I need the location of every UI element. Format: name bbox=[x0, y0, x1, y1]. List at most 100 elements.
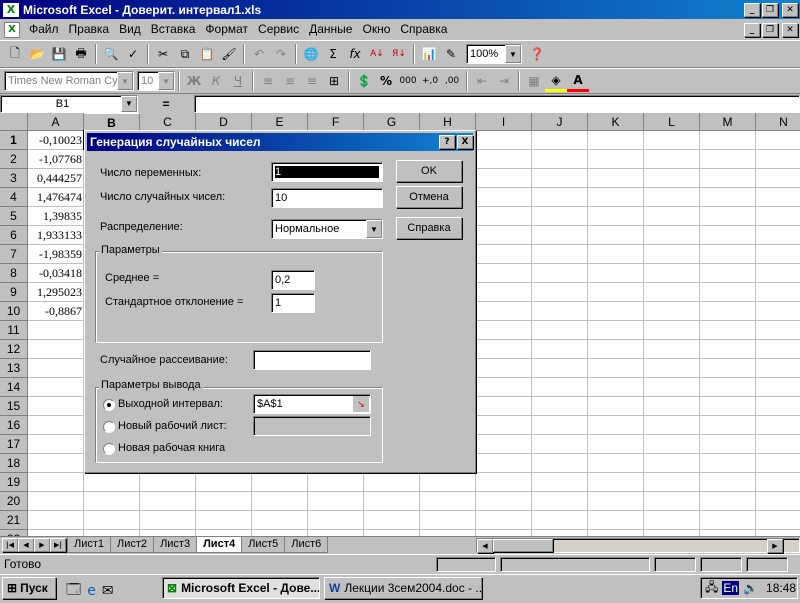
collapse-dialog-icon[interactable]: ↘ bbox=[353, 396, 369, 412]
save-icon[interactable]: 💾 bbox=[48, 43, 70, 65]
sheet-tab-2[interactable]: Лист2 bbox=[110, 537, 155, 553]
sheet-tab-6[interactable]: Лист6 bbox=[284, 537, 329, 553]
row-header-8[interactable]: 8 bbox=[0, 264, 28, 283]
undo-icon[interactable]: ↶ bbox=[248, 43, 270, 65]
sort-descending-icon[interactable]: Я↓ bbox=[388, 43, 410, 65]
name-box[interactable]: B1 ▼ bbox=[0, 94, 138, 113]
ok-button[interactable]: OK bbox=[396, 160, 462, 182]
taskbar-excel[interactable]: ⊠ Microsoft Excel - Дове... bbox=[162, 577, 320, 599]
new-book-radio[interactable] bbox=[103, 443, 115, 455]
help-assistant-icon[interactable]: ❓ bbox=[526, 43, 548, 65]
spelling-icon[interactable]: ✓ bbox=[122, 43, 144, 65]
sheet-tab-5[interactable]: Лист5 bbox=[241, 537, 286, 553]
minimize-button[interactable]: _ bbox=[744, 2, 760, 17]
row-header-20[interactable]: 20 bbox=[0, 492, 28, 511]
column-header-e[interactable]: E bbox=[252, 113, 308, 131]
column-header-k[interactable]: K bbox=[588, 113, 644, 131]
row-header-14[interactable]: 14 bbox=[0, 378, 28, 397]
row-header-6[interactable]: 6 bbox=[0, 226, 28, 245]
chevron-down-icon[interactable]: ▼ bbox=[117, 72, 133, 90]
row-header-21[interactable]: 21 bbox=[0, 511, 28, 530]
cell-a10[interactable]: -0,8867 bbox=[28, 302, 84, 321]
sheet-tab-4[interactable]: Лист4 bbox=[196, 537, 243, 553]
output-range-input[interactable]: $A$1 ↘ bbox=[253, 394, 371, 414]
language-indicator[interactable]: En bbox=[722, 581, 740, 595]
cell-a1[interactable]: -0,10023 bbox=[28, 131, 84, 150]
align-left-icon[interactable]: ≡ bbox=[257, 70, 279, 92]
horizontal-scrollbar[interactable]: ◀ ▶ bbox=[476, 538, 800, 553]
column-header-j[interactable]: J bbox=[532, 113, 588, 131]
network-icon[interactable]: 🖧 bbox=[705, 578, 718, 599]
paste-icon[interactable]: 📋 bbox=[196, 43, 218, 65]
column-header-l[interactable]: L bbox=[644, 113, 700, 131]
chevron-down-icon[interactable]: ▼ bbox=[121, 95, 137, 112]
scroll-right-button[interactable]: ▶ bbox=[767, 539, 783, 553]
function-icon[interactable]: fx bbox=[344, 43, 366, 65]
zoom-select[interactable]: 100% ▼ bbox=[466, 44, 522, 64]
open-folder-icon[interactable]: 📂 bbox=[26, 43, 48, 65]
chevron-down-icon[interactable]: ▼ bbox=[158, 72, 174, 90]
new-document-icon[interactable]: 🗋 bbox=[4, 43, 26, 65]
hyperlink-icon[interactable]: 🌐 bbox=[300, 43, 322, 65]
borders-icon[interactable]: ▦ bbox=[523, 70, 545, 92]
select-all-corner[interactable] bbox=[0, 113, 28, 131]
distribution-select[interactable]: Нормальное ▼ bbox=[271, 219, 383, 239]
row-header-16[interactable]: 16 bbox=[0, 416, 28, 435]
taskbar-word[interactable]: W Лекции 3сем2004.doc - ... bbox=[324, 577, 482, 599]
row-header-18[interactable]: 18 bbox=[0, 454, 28, 473]
autosum-icon[interactable]: Σ bbox=[322, 43, 344, 65]
column-header-g[interactable]: G bbox=[364, 113, 420, 131]
row-header-12[interactable]: 12 bbox=[0, 340, 28, 359]
outdent-icon[interactable]: ⇤ bbox=[471, 70, 493, 92]
indent-icon[interactable]: ⇥ bbox=[493, 70, 515, 92]
font-size-select[interactable]: 10 ▼ bbox=[137, 71, 175, 91]
scroll-thumb[interactable] bbox=[493, 539, 553, 552]
align-center-icon[interactable]: ≡ bbox=[279, 70, 301, 92]
chevron-down-icon[interactable]: ▼ bbox=[366, 220, 382, 238]
percent-button[interactable]: % bbox=[375, 70, 397, 92]
align-right-icon[interactable]: ≡ bbox=[301, 70, 323, 92]
row-header-11[interactable]: 11 bbox=[0, 321, 28, 340]
merge-center-icon[interactable]: ⊞ bbox=[323, 70, 345, 92]
mean-input[interactable]: 0,2 bbox=[271, 270, 315, 290]
row-header-9[interactable]: 9 bbox=[0, 283, 28, 302]
show-desktop-icon[interactable]: 🗔 bbox=[66, 579, 81, 603]
column-header-m[interactable]: M bbox=[700, 113, 756, 131]
close-button[interactable]: ✕ bbox=[782, 2, 798, 17]
row-header-4[interactable]: 4 bbox=[0, 188, 28, 207]
sort-ascending-icon[interactable]: A↓ bbox=[366, 43, 388, 65]
menu-file[interactable]: Файл bbox=[24, 19, 64, 40]
doc-close-button[interactable]: ✕ bbox=[782, 22, 798, 37]
num-random-input[interactable]: 10 bbox=[271, 188, 383, 208]
print-icon[interactable]: 🖶 bbox=[70, 43, 92, 65]
new-sheet-radio[interactable] bbox=[103, 421, 115, 433]
column-header-b[interactable]: B bbox=[84, 113, 140, 131]
chevron-down-icon[interactable]: ▼ bbox=[505, 45, 521, 63]
outlook-icon[interactable]: ✉ bbox=[102, 583, 114, 599]
cut-icon[interactable]: ✂ bbox=[152, 43, 174, 65]
menu-view[interactable]: Вид bbox=[114, 19, 146, 40]
menu-data[interactable]: Данные bbox=[304, 19, 357, 40]
copy-icon[interactable]: ⧉ bbox=[174, 43, 196, 65]
font-color-icon[interactable]: A bbox=[567, 70, 589, 92]
decrease-decimal-button[interactable]: ,00 bbox=[441, 70, 463, 92]
menu-format[interactable]: Формат bbox=[200, 19, 253, 40]
italic-button[interactable]: К bbox=[205, 70, 227, 92]
cell-a8[interactable]: -0,03418 bbox=[28, 264, 84, 283]
format-painter-icon[interactable]: 🖌 bbox=[218, 43, 240, 65]
row-header-1[interactable]: 1 bbox=[0, 131, 28, 150]
row-header-13[interactable]: 13 bbox=[0, 359, 28, 378]
column-header-d[interactable]: D bbox=[196, 113, 252, 131]
row-header-10[interactable]: 10 bbox=[0, 302, 28, 321]
workbook-icon[interactable]: X bbox=[4, 21, 20, 38]
doc-restore-button[interactable]: ❐ bbox=[762, 22, 778, 37]
increase-decimal-button[interactable]: +,0 bbox=[419, 70, 441, 92]
row-header-19[interactable]: 19 bbox=[0, 473, 28, 492]
internet-explorer-icon[interactable]: e bbox=[87, 583, 96, 599]
prev-sheet-button[interactable]: ◀ bbox=[18, 538, 34, 552]
seed-input[interactable] bbox=[253, 350, 371, 370]
thousands-button[interactable]: 000 bbox=[397, 70, 419, 92]
start-button[interactable]: ⊞ Пуск bbox=[2, 577, 56, 599]
next-sheet-button[interactable]: ▶ bbox=[34, 538, 50, 552]
cell-a6[interactable]: 1,933133 bbox=[28, 226, 84, 245]
